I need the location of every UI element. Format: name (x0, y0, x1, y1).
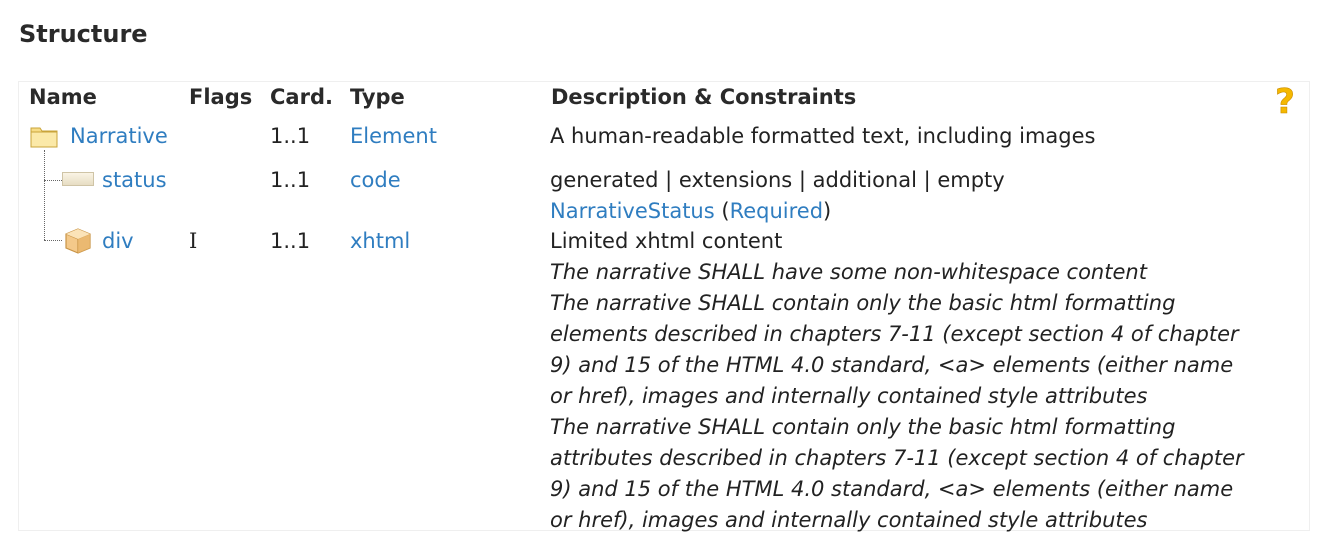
datatype-icon (63, 227, 93, 255)
binding-close-paren: ) (823, 199, 832, 223)
element-name-div[interactable]: div (102, 226, 134, 257)
constraint-line: The narrative SHALL have some non-whites… (550, 260, 1147, 284)
constraint-line: The narrative SHALL contain only the bas… (550, 415, 1176, 439)
constraint-line: attributes described in chapters 7-11 (e… (550, 446, 1244, 470)
binding-strength-link[interactable]: Required (730, 199, 823, 223)
binding-line: NarrativeStatus (Required) (550, 196, 831, 227)
constraint-line: or href), images and internally containe… (550, 384, 1148, 408)
cardinality-cell: 1..1 (270, 229, 311, 253)
header-card: Card. (270, 85, 333, 109)
description-cell: A human-readable formatted text, includi… (550, 124, 1096, 148)
help-icon[interactable]: ? (1270, 84, 1300, 118)
constraint-line: elements described in chapters 7-11 (exc… (550, 322, 1239, 346)
tree-connector-vertical (44, 150, 45, 240)
constraint-line: 9) and 15 of the HTML 4.0 standard, <a> … (550, 353, 1234, 377)
header-description: Description & Constraints (551, 85, 857, 109)
header-type: Type (350, 85, 405, 109)
cardinality-cell: 1..1 (270, 124, 311, 148)
binding-valueset-link[interactable]: NarrativeStatus (550, 199, 715, 223)
binding-open-paren: ( (714, 199, 730, 223)
type-link-xhtml[interactable]: xhtml (350, 226, 410, 257)
description-cell: generated | extensions | additional | em… (550, 168, 1005, 192)
element-name-narrative[interactable]: Narrative (70, 121, 168, 152)
constraint-line: The narrative SHALL contain only the bas… (550, 291, 1176, 315)
primitive-icon (62, 171, 94, 187)
tree-connector-div (44, 240, 62, 241)
constraint-line: or href), images and internally containe… (550, 508, 1148, 532)
tree-connector-status (44, 180, 62, 181)
flag-invariant: I (189, 229, 198, 253)
header-name: Name (29, 85, 97, 109)
element-name-status[interactable]: status (102, 165, 167, 196)
constraint-line: 9) and 15 of the HTML 4.0 standard, <a> … (550, 477, 1234, 501)
header-flags: Flags (189, 85, 253, 109)
type-link-element[interactable]: Element (350, 121, 437, 152)
cardinality-cell: 1..1 (270, 168, 311, 192)
description-cell: Limited xhtml content (550, 229, 783, 253)
type-link-code[interactable]: code (350, 165, 401, 196)
folder-icon (30, 124, 58, 148)
svg-text:?: ? (1275, 84, 1295, 118)
page-title: Structure (19, 20, 148, 48)
